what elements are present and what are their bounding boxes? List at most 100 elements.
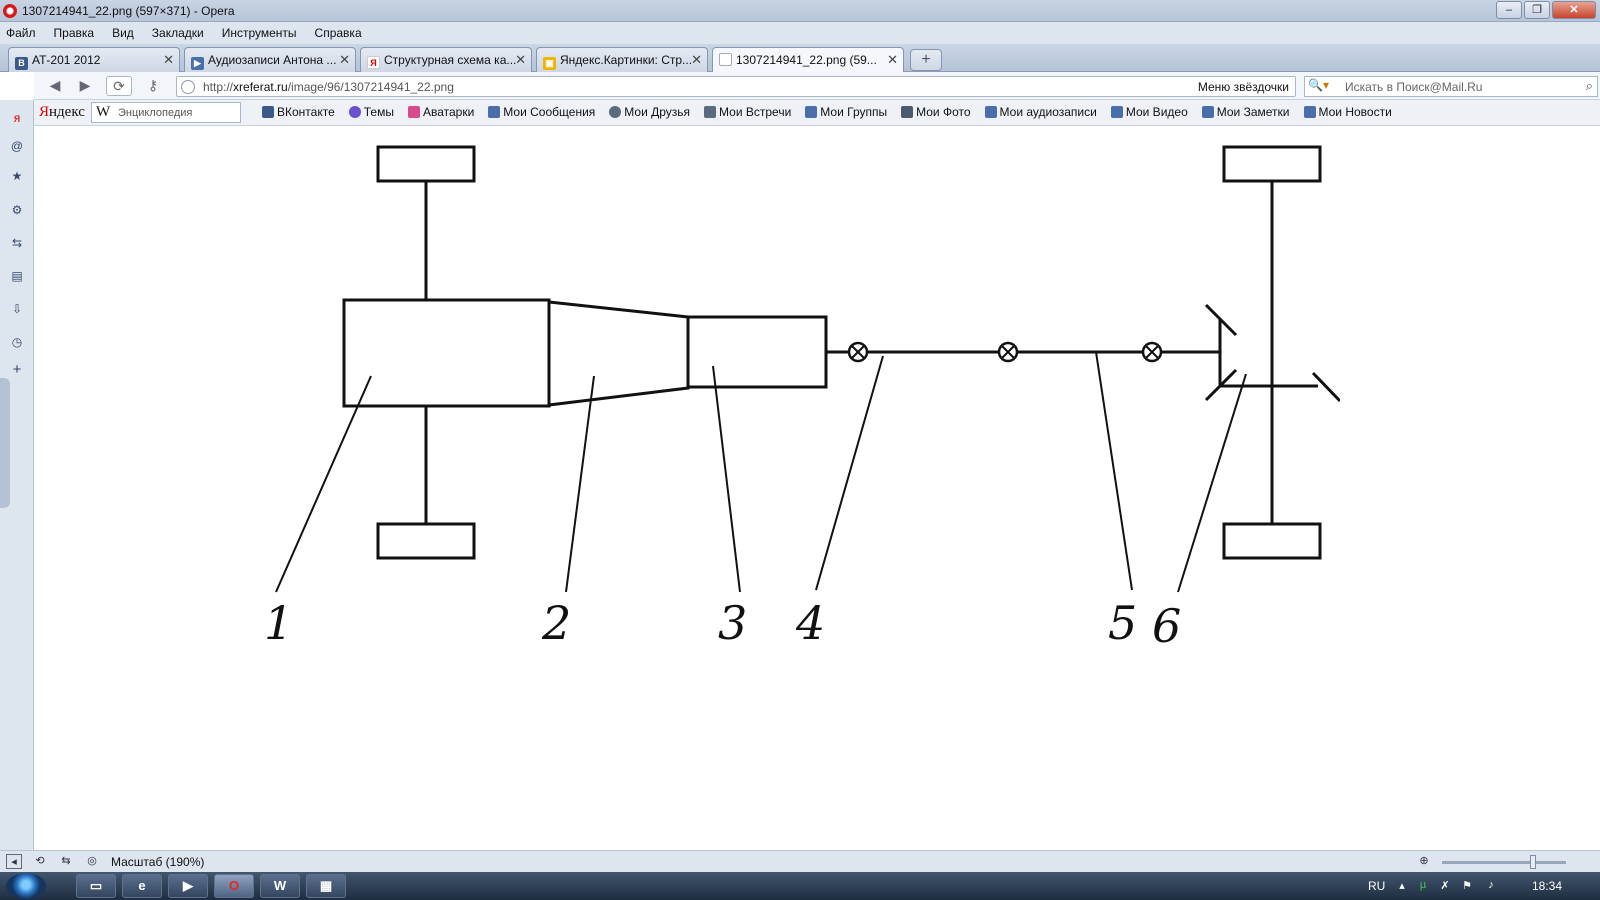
images-icon: ▣ — [543, 57, 556, 70]
close-tab-icon[interactable]: ✕ — [515, 52, 526, 68]
vk-icon — [262, 106, 274, 118]
tab-4[interactable]: ▣ Яндекс.Картинки: Стр... ✕ — [536, 47, 708, 72]
close-tab-icon[interactable]: ✕ — [887, 52, 898, 68]
tab-5-active[interactable]: 1307214941_22.png (59... ✕ — [712, 47, 904, 73]
link-themes[interactable]: Темы — [348, 105, 394, 119]
plus-icon — [1303, 106, 1316, 118]
downloads-side-icon[interactable]: ⇩ — [9, 301, 25, 317]
unite-icon[interactable]: ⇆ — [58, 854, 74, 869]
clock[interactable]: 18:34 — [1532, 879, 1562, 893]
gear-icon[interactable]: ⚙ — [9, 202, 25, 218]
search-input[interactable]: 🔍▾ Искать в Поиск@Mail.Ru ⌕ — [1304, 76, 1598, 97]
engine-block — [342, 298, 551, 408]
page-icon — [719, 53, 732, 66]
minimize-button[interactable]: – — [1496, 1, 1522, 19]
zoom-slider-knob[interactable] — [1530, 855, 1536, 869]
page-content: 1 2 3 4 5 6 — [34, 126, 1600, 850]
panel-toggle-handle[interactable] — [0, 378, 10, 508]
close-tab-icon[interactable]: ✕ — [163, 52, 174, 68]
wikipedia-icon: W — [96, 104, 111, 120]
new-tab-button[interactable]: + — [910, 49, 942, 71]
menu-help[interactable]: Справка — [315, 26, 362, 40]
search-engine-icon[interactable]: 🔍▾ — [1308, 78, 1336, 95]
search-icon[interactable]: ⌕ — [1586, 78, 1593, 94]
zoom-icon[interactable]: ⊕ — [1416, 854, 1432, 869]
turbo-icon[interactable]: ◎ — [84, 854, 100, 869]
link-groups[interactable]: Мои Группы — [805, 105, 887, 119]
bookmarks-side-icon[interactable]: ★ — [9, 168, 25, 184]
speaker-icon — [984, 106, 997, 118]
tab-2[interactable]: ▶ Аудиозаписи Антона ... ✕ — [184, 47, 356, 72]
window-controls: – ❐ ✕ — [1496, 1, 1596, 19]
opera-logo-icon — [3, 4, 17, 18]
note-icon — [1201, 106, 1214, 118]
media-player-taskbar-icon[interactable]: ▶ — [168, 874, 208, 898]
word-taskbar-icon[interactable]: W — [260, 874, 300, 898]
zoom-level[interactable]: Масштаб (190%) — [111, 855, 204, 869]
explorer-taskbar-icon[interactable]: ▭ — [76, 874, 116, 898]
leader-line-3 — [712, 365, 741, 593]
link-audio[interactable]: Мои аудиозаписи — [984, 105, 1097, 119]
menu-tools[interactable]: Инструменты — [222, 26, 297, 40]
back-arrow-icon[interactable]: ◀ — [42, 76, 68, 96]
sync-icon[interactable]: ⟲ — [32, 854, 48, 869]
panel-toggle-icon[interactable]: ◂ — [6, 854, 22, 869]
link-notes[interactable]: Мои Заметки — [1201, 105, 1290, 119]
link-avatars[interactable]: Аватарки — [407, 105, 474, 119]
reload-icon[interactable]: ⟳ — [106, 76, 132, 96]
forward-arrow-icon[interactable]: ▶ — [72, 76, 98, 96]
mail-side-icon[interactable]: @ — [9, 138, 25, 154]
close-tab-icon[interactable]: ✕ — [339, 52, 350, 68]
yandex-side-icon[interactable]: я — [9, 110, 25, 126]
link-friends[interactable]: Мои Друзья — [609, 105, 690, 119]
start-button[interactable] — [6, 873, 46, 899]
maximize-button[interactable]: ❐ — [1524, 1, 1550, 19]
opera-taskbar-icon[interactable]: O — [214, 874, 254, 898]
link-photos[interactable]: Мои Фото — [901, 105, 971, 119]
menu-bookmarks[interactable]: Закладки — [152, 26, 204, 40]
link-news[interactable]: Мои Новости — [1303, 105, 1392, 119]
menu-file[interactable]: Файл — [6, 26, 36, 40]
yandex-logo[interactable]: Яндекс — [39, 104, 85, 121]
close-tab-icon[interactable]: ✕ — [691, 52, 702, 68]
notes-side-icon[interactable]: ▤ — [9, 268, 25, 284]
film-icon — [1110, 106, 1123, 118]
key-icon[interactable]: ⚷ — [140, 76, 166, 96]
unite-side-icon[interactable]: ⇆ — [9, 235, 25, 251]
add-panel-icon[interactable]: + — [9, 362, 25, 378]
zoom-slider[interactable] — [1442, 855, 1566, 869]
diagram-label-5: 5 — [1108, 596, 1137, 650]
action-center-icon[interactable]: ⚑ — [1460, 879, 1474, 893]
tab-label: Структурная схема ка... — [384, 53, 517, 67]
windows-taskbar: ▭ e ▶ O W ▦ RU ▴ µ ✗ ⚑ ♪ 18:34 — [0, 872, 1600, 900]
gearbox — [686, 315, 828, 389]
volume-icon[interactable]: ♪ — [1484, 879, 1498, 893]
clutch-housing — [548, 300, 690, 407]
tab-label: Аудиозаписи Антона ... — [208, 53, 337, 67]
diagram-label-3: 3 — [718, 596, 747, 650]
encyclopedia-search-input[interactable]: W Энциклопедия — [91, 102, 241, 123]
utorrent-icon[interactable]: µ — [1416, 879, 1430, 893]
window-title: 1307214941_22.png (597×371) - Opera — [22, 4, 235, 18]
ie-taskbar-icon[interactable]: e — [122, 874, 162, 898]
close-button[interactable]: ✕ — [1552, 1, 1596, 19]
tab-3[interactable]: Я Структурная схема ка... ✕ — [360, 47, 532, 72]
network-error-icon[interactable]: ✗ — [1438, 879, 1452, 893]
tab-1[interactable]: В АТ-201 2012 ✕ — [8, 47, 180, 72]
tray-expand-icon[interactable]: ▴ — [1395, 879, 1409, 893]
yandex-toolbar: Яндекс W Энциклопедия ВКонтакте Темы Ава… — [34, 100, 1600, 126]
rear-wheel-top — [1222, 145, 1322, 183]
tab-label: Яндекс.Картинки: Стр... — [560, 53, 693, 67]
link-meetings[interactable]: Мои Встречи — [704, 105, 791, 119]
language-indicator[interactable]: RU — [1368, 879, 1385, 893]
url-input[interactable]: http://xreferat.ru/image/96/1307214941_2… — [176, 76, 1296, 97]
menu-view[interactable]: Вид — [112, 26, 134, 40]
link-messages[interactable]: Мои Сообщения — [488, 105, 595, 119]
excel-taskbar-icon[interactable]: ▦ — [306, 874, 346, 898]
diagram-label-1: 1 — [264, 596, 293, 650]
link-vkontakte[interactable]: ВКонтакте — [262, 105, 335, 119]
history-clock-icon[interactable]: ◷ — [9, 334, 25, 350]
link-video[interactable]: Мои Видео — [1110, 105, 1188, 119]
menu-edit[interactable]: Правка — [54, 26, 95, 40]
bookmark-menu-label[interactable]: Меню звёздочки — [1198, 80, 1289, 94]
